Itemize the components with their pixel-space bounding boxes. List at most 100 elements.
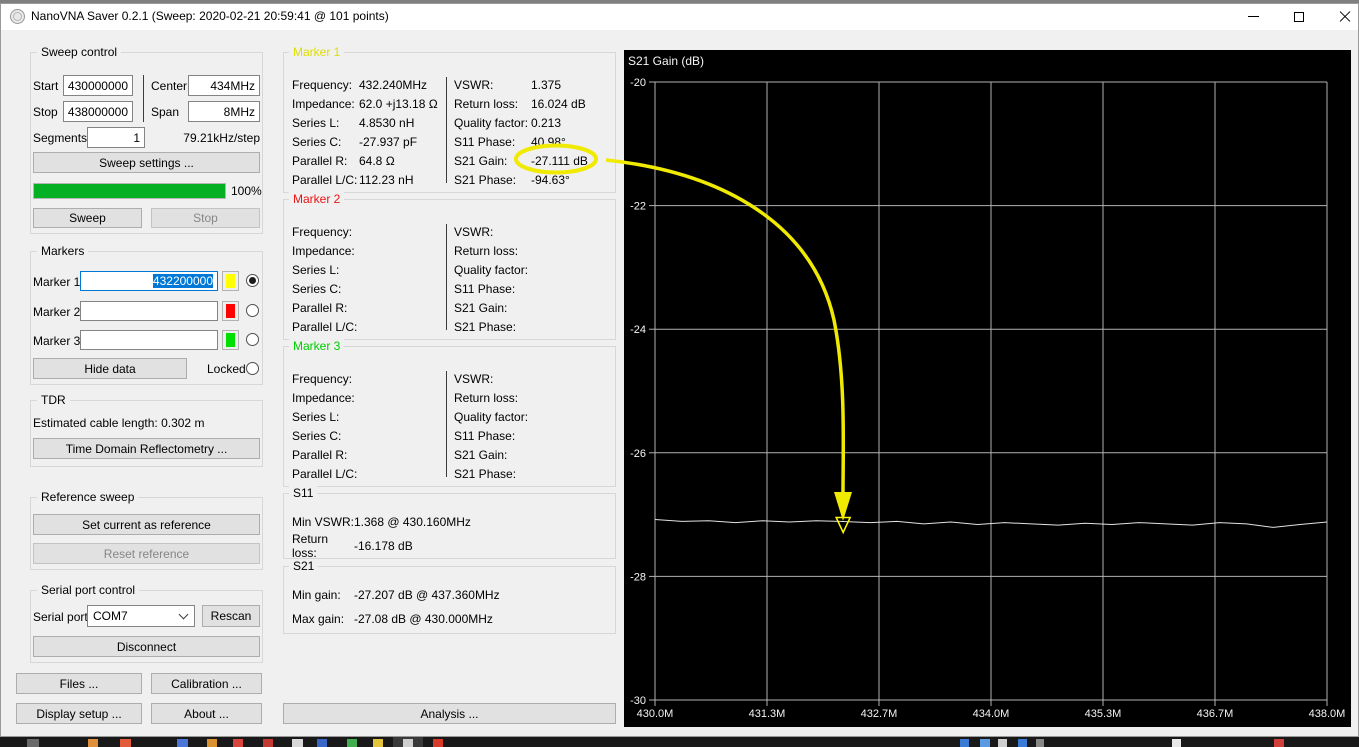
taskbar-icon-fragment: [177, 739, 188, 747]
marker1-label: Marker 1: [33, 275, 81, 289]
s11-panel-title: S11: [289, 486, 318, 501]
sweep-button[interactable]: Sweep: [33, 208, 142, 228]
field-value: -16.178 dB: [354, 539, 413, 553]
marker3-color-swatch: [226, 333, 235, 347]
detail-row: Series L:: [292, 260, 444, 279]
detail-row: S21 Phase:: [454, 464, 614, 483]
marker3-frequency-input[interactable]: [80, 330, 218, 350]
stop-input[interactable]: 438000000: [63, 101, 133, 122]
field-label: Min gain:: [292, 588, 341, 602]
field-label: S21 Gain:: [454, 153, 508, 168]
marker1-radio[interactable]: [246, 274, 259, 287]
field-label: Return loss:: [292, 532, 329, 560]
center-input[interactable]: 434MHz: [188, 75, 260, 96]
svg-text:435.3M: 435.3M: [1085, 708, 1122, 720]
serial-port-value: COM7: [93, 609, 128, 623]
marker2-frequency-input[interactable]: [80, 301, 218, 321]
maximize-button[interactable]: [1276, 3, 1322, 30]
segments-input[interactable]: 1: [87, 127, 145, 148]
field-label: Series L:: [292, 262, 340, 277]
locked-radio[interactable]: [246, 362, 259, 375]
field-label: Return loss:: [454, 243, 519, 258]
marker3-radio[interactable]: [246, 333, 259, 346]
s21-panel-title: S21: [289, 559, 319, 574]
marker-3-left-column: Frequency: Impedance: Series L: Series C: Pa…: [292, 369, 444, 483]
sweep-settings-button[interactable]: Sweep settings ...: [33, 152, 260, 173]
marker-3-divider: [446, 371, 447, 477]
detail-row: VSWR: 1.375: [454, 75, 614, 94]
sweep-control-title: Sweep control: [37, 45, 122, 60]
field-label: Series C:: [292, 428, 342, 443]
field-value: 1.375: [531, 77, 562, 92]
field-label: Impedance:: [292, 243, 355, 258]
marker1-color-button[interactable]: [222, 271, 239, 291]
start-input[interactable]: 430000000: [63, 75, 133, 96]
taskbar-icon-fragment: [1172, 739, 1181, 747]
marker-3-right-column: VSWR: Return loss: Quality factor: S11 Phas…: [454, 369, 614, 483]
stop-button[interactable]: Stop: [151, 208, 260, 228]
tdr-button[interactable]: Time Domain Reflectometry ...: [33, 438, 260, 459]
field-value: 112.23 nH: [359, 172, 414, 187]
field-value: 0.213: [531, 115, 562, 130]
marker3-label: Marker 3: [33, 334, 81, 348]
field-label: Parallel L/C:: [292, 319, 358, 334]
disconnect-button[interactable]: Disconnect: [33, 636, 260, 657]
span-input[interactable]: 8MHz: [188, 101, 260, 122]
files-button[interactable]: Files ...: [16, 673, 142, 694]
taskbar-icon-fragment: [980, 739, 990, 747]
sweep-column-divider: [143, 75, 144, 122]
field-label: Frequency:: [292, 77, 353, 92]
detail-row: S21 Gain: -27.111 dB: [454, 151, 614, 170]
svg-text:-20: -20: [630, 77, 646, 89]
set-reference-button[interactable]: Set current as reference: [33, 514, 260, 535]
marker-1-right-column: VSWR: 1.375 Return loss: 16.024 dB Quality f…: [454, 75, 614, 189]
serial-port-group-title: Serial port control: [37, 583, 140, 598]
reset-reference-button[interactable]: Reset reference: [33, 543, 260, 564]
svg-text:-26: -26: [630, 448, 646, 460]
taskbar-icon-fragment: [207, 739, 217, 747]
rescan-button[interactable]: Rescan: [202, 605, 260, 627]
field-label: Series C:: [292, 281, 342, 296]
minimize-button[interactable]: [1230, 3, 1276, 30]
s11-min-vswr-row: Min VSWR: 1.368 @ 430.160MHz: [292, 510, 609, 534]
detail-row: S21 Gain:: [454, 445, 614, 464]
svg-text:430.0M: 430.0M: [637, 708, 674, 720]
detail-row: Return loss:: [454, 388, 614, 407]
field-label: VSWR:: [454, 77, 494, 92]
field-value: 40.98°: [531, 134, 566, 149]
calibration-button[interactable]: Calibration ...: [151, 673, 262, 694]
svg-text:-28: -28: [630, 571, 646, 583]
serial-port-select[interactable]: COM7: [87, 605, 195, 627]
span-value: 8MHz: [223, 104, 255, 119]
marker2-radio[interactable]: [246, 304, 259, 317]
marker2-color-button[interactable]: [222, 301, 239, 321]
s21-gain-chart[interactable]: S21 Gain (dB) -20 -22 -24 -26 -28 -30 430.0M 43…: [624, 50, 1351, 727]
field-label: Return loss:: [454, 390, 519, 405]
marker-2-panel-title: Marker 2: [289, 192, 345, 207]
field-label: Return loss:: [454, 96, 519, 111]
detail-row: S21 Phase: -94.63°: [454, 170, 614, 189]
detail-row: Quality factor:: [454, 260, 614, 279]
marker3-color-button[interactable]: [222, 330, 239, 350]
close-button[interactable]: [1322, 3, 1359, 30]
detail-row: Parallel R:: [292, 298, 444, 317]
svg-text:434.0M: 434.0M: [973, 708, 1010, 720]
hide-data-button[interactable]: Hide data: [33, 358, 187, 379]
chart-marker-1[interactable]: [834, 516, 852, 535]
display-setup-button[interactable]: Display setup ...: [16, 703, 142, 724]
marker-2-divider: [446, 224, 447, 330]
detail-row: Quality factor:: [454, 407, 614, 426]
center-value: 434MHz: [210, 78, 255, 93]
detail-row: VSWR:: [454, 222, 614, 241]
marker1-frequency-input[interactable]: 432200000: [80, 271, 218, 291]
field-label: Parallel L/C:: [292, 172, 358, 187]
field-value: 62.0 +j13.18 Ω: [359, 96, 438, 111]
sweep-progress-bar: [33, 183, 226, 199]
detail-row: Impedance:: [292, 388, 444, 407]
taskbar-icon-fragment: [1036, 739, 1044, 747]
progress-percent: 100%: [231, 184, 262, 198]
taskbar-icon-fragment: [403, 739, 413, 747]
about-button[interactable]: About ...: [151, 703, 262, 724]
detail-row: Frequency: 432.240MHz: [292, 75, 444, 94]
analysis-button[interactable]: Analysis ...: [283, 703, 616, 724]
